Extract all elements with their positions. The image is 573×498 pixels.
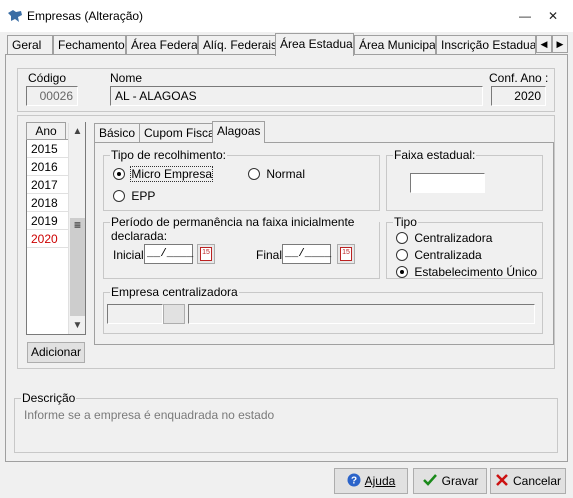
radio-centralizadora[interactable]: Centralizadora [396, 231, 492, 245]
calendar-icon[interactable]: 15 [197, 244, 215, 264]
help-button[interactable]: ? Ajuda [334, 468, 408, 494]
list-item[interactable]: 2019 [27, 212, 68, 230]
close-red-icon [495, 473, 509, 490]
radio-unselected[interactable] [396, 249, 408, 261]
final-date-input[interactable]: __/____ [282, 244, 331, 264]
tab-alagoas[interactable]: Alagoas [212, 121, 266, 143]
conf-ano-field: 2020 [491, 86, 546, 106]
centralizadora-name-field [188, 304, 535, 324]
tab-geral[interactable]: Geral [7, 35, 53, 55]
year-list-scrollbar[interactable]: ▲ ≡ ▼ [68, 123, 85, 334]
final-label: Final [256, 248, 283, 262]
minimize-icon[interactable]: — [513, 6, 537, 26]
conf-ano-label: Conf. Ano : [489, 71, 549, 85]
title-bar: Empresas (Alteração) — ✕ [0, 0, 573, 32]
scrollbar-thumb[interactable]: ≡ [70, 218, 85, 316]
cancel-button[interactable]: Cancelar [490, 468, 566, 494]
tab-basico[interactable]: Básico [94, 123, 141, 142]
codigo-field: 00026 [26, 86, 78, 106]
radio-unselected[interactable] [248, 168, 260, 180]
close-icon[interactable]: ✕ [541, 6, 565, 26]
faixa-input[interactable] [410, 173, 485, 193]
radio-centralizada[interactable]: Centralizada [396, 248, 482, 262]
centralizadora-code-field [107, 304, 163, 324]
tab-inscricao-estadual[interactable]: Inscrição Estadual S [436, 35, 536, 55]
svg-text:?: ? [351, 475, 357, 486]
window-title: Empresas (Alteração) [27, 9, 144, 23]
list-item[interactable]: 2016 [27, 158, 68, 176]
chevron-left-icon[interactable]: ◀ [536, 35, 552, 53]
list-item-selected[interactable]: 2020 [27, 230, 68, 248]
radio-micro-empresa[interactable]: Micro Empresa [113, 166, 214, 182]
descricao-group: Descrição [14, 391, 558, 453]
radio-estabelecimento-unico[interactable]: Estabelecimento Único [396, 265, 537, 279]
main-tabs: Geral Fechamento Área Federal Alíq. Fede… [5, 33, 568, 56]
year-list[interactable]: Ano 2015 2016 2017 2018 2019 2020 ▲ ≡ ▼ [26, 122, 86, 335]
nome-field: AL - ALAGOAS [110, 86, 483, 106]
app-icon [7, 9, 23, 23]
tab-area-estadual[interactable]: Área Estadual [275, 33, 354, 56]
radio-unselected[interactable] [113, 190, 125, 202]
periodo-legend: Período de permanência na faixa inicialm… [110, 215, 379, 243]
tab-area-municipal[interactable]: Área Municipal [354, 35, 436, 55]
list-item[interactable]: 2017 [27, 176, 68, 194]
radio-selected[interactable] [396, 266, 408, 278]
chevron-right-icon[interactable]: ▶ [552, 35, 568, 53]
descricao-text: Informe se a empresa é enquadrada no est… [24, 408, 275, 422]
year-column-header[interactable]: Ano [26, 122, 66, 140]
radio-normal[interactable]: Normal [248, 167, 305, 181]
radio-unselected[interactable] [396, 232, 408, 244]
list-item[interactable]: 2015 [27, 140, 68, 158]
list-item[interactable]: 2018 [27, 194, 68, 212]
save-button[interactable]: Gravar [413, 468, 487, 494]
radio-selected[interactable] [113, 168, 125, 180]
centralizadora-lookup-button[interactable] [163, 304, 185, 324]
check-icon [422, 473, 438, 490]
calendar-icon[interactable]: 15 [337, 244, 355, 264]
tab-fechamento[interactable]: Fechamento [53, 35, 126, 55]
nome-label: Nome [110, 71, 143, 85]
tab-area-federal[interactable]: Área Federal [126, 35, 198, 55]
recolhimento-legend: Tipo de recolhimento: [110, 148, 227, 162]
inicial-date-input[interactable]: __/____ [144, 244, 193, 264]
inicial-label: Inicial [113, 248, 144, 262]
faixa-legend: Faixa estadual: [393, 148, 477, 162]
tab-cupom-fiscal[interactable]: Cupom Fiscal [139, 123, 223, 142]
centralizadora-legend: Empresa centralizadora [110, 285, 239, 299]
tab-scroll: ◀ ▶ [536, 35, 568, 53]
add-year-button[interactable]: Adicionar [27, 342, 85, 363]
chevron-down-icon[interactable]: ▼ [69, 317, 86, 334]
tipo-legend: Tipo [393, 215, 418, 229]
codigo-label: Código [28, 71, 67, 85]
chevron-up-icon[interactable]: ▲ [69, 123, 86, 140]
radio-epp[interactable]: EPP [113, 189, 155, 203]
tab-aliq-federais[interactable]: Alíq. Federais [198, 35, 277, 55]
descricao-legend: Descrição [21, 391, 77, 405]
help-icon: ? [347, 473, 361, 490]
